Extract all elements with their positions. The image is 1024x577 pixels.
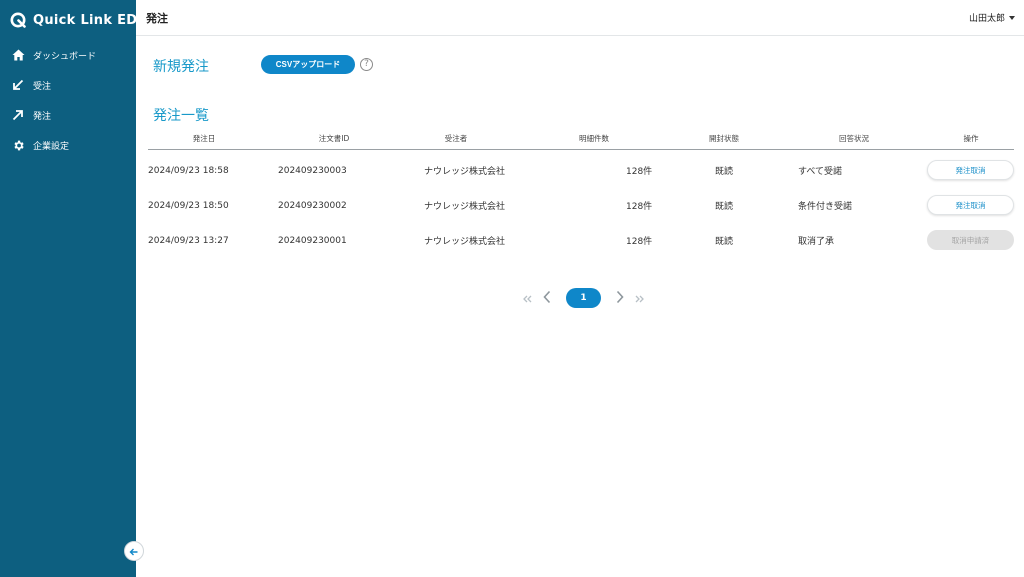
column-header-answer-status: 回答状況 (839, 134, 869, 143)
sidebar-item-received-orders[interactable]: 受注 (0, 70, 136, 100)
cell-order-id: 202409230003 (278, 165, 347, 176)
table-header: 発注日 注文書ID 受注者 明細件数 開封状態 回答状況 操作 (148, 130, 1014, 150)
cell-answer-status: すべて受諾 (798, 167, 843, 177)
double-chevron-left-icon (522, 289, 532, 308)
top-header: 発注 山田太郎 (136, 0, 1024, 36)
cell-receiver: ナウレッジ株式会社 (424, 167, 506, 177)
sidebar-item-company-settings[interactable]: 企業設定 (0, 130, 136, 160)
column-header-order-date: 発注日 (192, 134, 216, 143)
user-name: 山田太郎 (968, 14, 1005, 24)
order-list-table: 発注日 注文書ID 受注者 明細件数 開封状態 回答状況 操作 2024/09/… (148, 130, 1014, 258)
sidebar-item-label: 発注 (33, 111, 52, 122)
pagination: 1 (518, 287, 649, 309)
logo-icon (10, 12, 26, 28)
chevron-right-icon (615, 289, 625, 308)
column-header-receiver: 受注者 (444, 134, 468, 143)
cell-receiver: ナウレッジ株式会社 (424, 202, 506, 212)
sidebar-item-dashboard[interactable]: ダッシュボード (0, 40, 136, 70)
arrow-down-left-icon (11, 78, 25, 92)
sidebar-collapse-button[interactable] (124, 541, 144, 561)
home-icon (11, 48, 25, 62)
sidebar-item-purchase-orders[interactable]: 発注 (0, 100, 136, 130)
sidebar-nav: ダッシュボード 受注 発注 企業設定 (0, 40, 136, 160)
cancel-order-button[interactable]: 発注取消 (927, 195, 1014, 215)
cell-order-id: 202409230001 (278, 235, 347, 246)
cell-order-date: 2024/09/23 18:50 (148, 200, 229, 211)
cell-item-count: 128件 (626, 167, 653, 177)
next-page-button[interactable] (609, 289, 631, 308)
app-name: Quick Link EDI (33, 12, 143, 28)
cancel-requested-button: 取消申請済 (927, 230, 1014, 250)
cell-order-date: 2024/09/23 18:58 (148, 165, 229, 176)
app-logo[interactable]: Quick Link EDI (0, 0, 142, 40)
cell-open-status: 既読 (715, 237, 734, 247)
page-button-current[interactable]: 1 (566, 288, 601, 308)
column-header-open-status: 開封状態 (709, 134, 739, 143)
arrow-left-icon (129, 542, 139, 561)
prev-page-button[interactable] (536, 289, 558, 308)
cell-answer-status: 取消了承 (798, 237, 835, 247)
csv-upload-button[interactable]: CSVアップロード (261, 55, 355, 74)
chevron-left-icon (542, 289, 552, 308)
table-row: 2024/09/23 13:27 202409230001 ナウレッジ株式会社 … (148, 223, 1014, 258)
gear-icon (11, 138, 25, 152)
table-row: 2024/09/23 18:58 202409230003 ナウレッジ株式会社 … (148, 153, 1014, 188)
first-page-button[interactable] (518, 289, 536, 308)
cell-answer-status: 条件付き受諾 (798, 202, 853, 212)
sidebar-item-label: 企業設定 (33, 141, 70, 152)
sidebar-item-label: 受注 (33, 81, 52, 92)
user-menu[interactable]: 山田太郎 (969, 11, 1015, 24)
last-page-button[interactable] (631, 289, 649, 308)
column-header-item-count: 明細件数 (579, 134, 609, 143)
order-list-title: 発注一覧 (153, 108, 209, 124)
caret-down-icon (1009, 15, 1015, 20)
sidebar: Quick Link EDI ダッシュボード 受注 発注 企業設定 (0, 0, 142, 577)
cell-order-date: 2024/09/23 13:27 (148, 235, 229, 246)
cell-open-status: 既読 (715, 167, 734, 177)
cell-open-status: 既読 (715, 202, 734, 212)
arrow-up-right-icon (11, 108, 25, 122)
table-row: 2024/09/23 18:50 202409230002 ナウレッジ株式会社 … (148, 188, 1014, 223)
sidebar-item-label: ダッシュボード (33, 51, 97, 62)
column-header-order-id: 注文書ID (318, 134, 350, 143)
new-order-title: 新規発注 (153, 59, 209, 75)
column-header-action: 操作 (963, 134, 979, 143)
cell-receiver: ナウレッジ株式会社 (424, 237, 506, 247)
cell-order-id: 202409230002 (278, 200, 347, 211)
cell-item-count: 128件 (626, 237, 653, 247)
double-chevron-right-icon (635, 289, 645, 308)
page-title: 発注 (146, 11, 168, 25)
help-icon[interactable]: ? (360, 58, 373, 71)
cancel-order-button[interactable]: 発注取消 (927, 160, 1014, 180)
cell-item-count: 128件 (626, 202, 653, 212)
